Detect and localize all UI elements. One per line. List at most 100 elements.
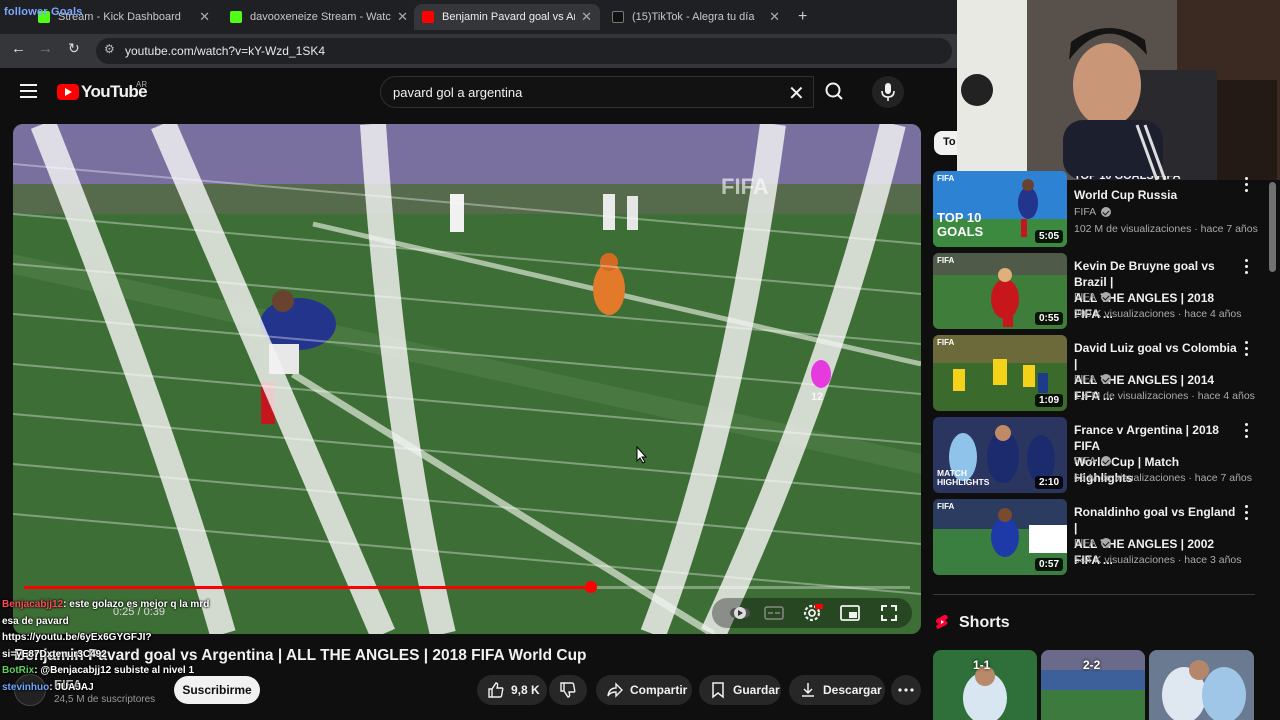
thumb-caption: TOP 10 GOALS	[937, 210, 984, 239]
recommended-video-meta: 290 K visualizaciones · hace 4 años	[1074, 308, 1242, 320]
dislike-button[interactable]	[549, 675, 587, 705]
more-vertical-icon[interactable]	[1245, 259, 1251, 277]
chat-username: Benjacabjj12	[2, 599, 64, 610]
video-player[interactable]: FIFA 12	[13, 124, 921, 634]
recommended-video[interactable]: FIFA TOP 10 GOALS 5:05 TOP 10 GOALS FIFA…	[933, 171, 1263, 247]
download-button[interactable]: Descargar	[789, 675, 885, 705]
recommended-video[interactable]: FIFA 0:55 Kevin De Bruyne goal vs Brazil…	[933, 253, 1263, 329]
reload-icon[interactable]: ↻	[68, 40, 80, 57]
sidebar-divider	[933, 594, 1255, 595]
video-thumbnail[interactable]: FIFA 0:57	[933, 499, 1067, 575]
tab-label: (15)TikTok - Alegra tu día	[632, 11, 755, 23]
thumb-caption: MATCH HIGHLIGHTS	[937, 468, 990, 487]
voice-search-button[interactable]	[872, 76, 904, 108]
new-tab-plus-icon[interactable]: +	[798, 8, 807, 26]
tab-tiktok[interactable]: (15)TikTok - Alegra tu día ✕	[604, 4, 788, 30]
recommended-video[interactable]: MATCH HIGHLIGHTS 2:10 France v Argentina…	[933, 417, 1263, 493]
like-count: 9,8 K	[511, 683, 540, 697]
like-button[interactable]: 9,8 K	[477, 675, 547, 705]
recommended-video[interactable]: FIFA 0:57 Ronaldinho goal vs England | AL…	[933, 499, 1263, 575]
video-thumbnail[interactable]: FIFA 0:55	[933, 253, 1067, 329]
verified-badge-icon	[1101, 374, 1112, 384]
video-thumbnail[interactable]: FIFA 1:09	[933, 335, 1067, 411]
more-vertical-icon[interactable]	[1245, 177, 1251, 195]
youtube-play-logo-icon	[57, 84, 79, 100]
recommended-channel[interactable]: FIFA	[1074, 206, 1112, 218]
search-query[interactable]: pavard gol a argentina	[393, 85, 522, 100]
settings-gear-icon[interactable]	[800, 601, 824, 625]
streamer-webcam-overlay	[957, 0, 1280, 180]
recommended-video-title[interactable]: TOP 10 GOALS FIFA World Cup Russia	[1074, 176, 1240, 203]
more-actions-button[interactable]	[891, 675, 921, 705]
shorts-icon	[936, 615, 948, 629]
microphone-icon	[881, 83, 895, 101]
short-video-thumbnail[interactable]: 1-1	[933, 650, 1037, 720]
url-text[interactable]: youtube.com/watch?v=kY-Wzd_1SK4	[125, 44, 325, 58]
short-score: 1-1	[973, 658, 991, 672]
chat-username: stevinhuo	[2, 681, 50, 693]
close-icon[interactable]: ✕	[769, 9, 780, 25]
video-thumbnail[interactable]: MATCH HIGHLIGHTS 2:10	[933, 417, 1067, 493]
clear-search-icon[interactable]: ✕	[788, 81, 805, 106]
autoplay-toggle-icon[interactable]	[728, 601, 752, 625]
recommended-channel[interactable]: FIFA	[1074, 291, 1112, 303]
recommended-channel[interactable]: FIFA	[1074, 455, 1112, 467]
video-duration: 0:57	[1034, 558, 1063, 571]
chat-text: : JUAJAJ	[49, 681, 94, 693]
recommended-video[interactable]: FIFA 1:09 David Luiz goal vs Colombia | A…	[933, 335, 1263, 411]
short-score: 2-2	[1083, 658, 1101, 672]
search-icon	[825, 82, 843, 100]
kick-favicon-icon	[230, 11, 242, 23]
youtube-favicon-icon	[422, 11, 434, 23]
close-icon[interactable]: ✕	[581, 9, 592, 25]
stream-follow-overlay: follower Goals	[4, 6, 83, 18]
bookmark-icon	[712, 682, 724, 699]
back-arrow-icon[interactable]: ←	[11, 40, 26, 57]
search-button[interactable]	[814, 76, 856, 108]
verified-badge-icon	[1101, 207, 1112, 217]
video-duration: 2:10	[1034, 476, 1063, 489]
close-icon[interactable]: ✕	[199, 9, 210, 25]
fullscreen-icon[interactable]	[877, 601, 901, 625]
more-vertical-icon[interactable]	[1245, 423, 1251, 441]
menu-icon[interactable]	[20, 84, 37, 98]
forward-arrow-icon[interactable]: →	[38, 40, 53, 57]
save-label: Guardar	[733, 683, 780, 697]
chat-message: Benjacabjj12: este golazo es mejor q la …	[2, 597, 212, 663]
recommended-channel[interactable]: FIFA	[1074, 373, 1112, 385]
fifa-thumb-logo: FIFA	[937, 174, 955, 183]
mouse-cursor-icon	[636, 446, 648, 464]
chat-username: BotRix	[2, 665, 35, 676]
save-button[interactable]: Guardar	[699, 675, 781, 705]
tab-label: davooxeneize Stream - Watch Live	[250, 11, 391, 23]
more-vertical-icon[interactable]	[1245, 505, 1251, 523]
video-thumbnail[interactable]: FIFA TOP 10 GOALS 5:05	[933, 171, 1067, 247]
subtitles-icon[interactable]	[762, 601, 786, 625]
download-icon	[802, 683, 814, 697]
tab-youtube-active[interactable]: Benjamin Pavard goal vs Argentina ✕	[414, 4, 600, 30]
sidebar-scrollbar[interactable]	[1269, 182, 1276, 272]
miniplayer-icon[interactable]	[838, 601, 862, 625]
fifa-watermark: FIFA	[721, 174, 769, 199]
video-progress-bar[interactable]	[24, 581, 910, 593]
close-icon[interactable]: ✕	[397, 9, 408, 25]
more-vertical-icon[interactable]	[1245, 341, 1251, 359]
download-label: Descargar	[823, 683, 882, 697]
tiktok-favicon-icon	[612, 11, 624, 23]
tab-kick-stream[interactable]: davooxeneize Stream - Watch Live ✕	[222, 4, 416, 30]
recommended-channel[interactable]: FIFA	[1074, 537, 1112, 549]
region-code: AR	[136, 80, 148, 89]
share-arrow-icon	[607, 682, 623, 698]
short-video-thumbnail[interactable]: 2-2	[1041, 650, 1145, 720]
video-duration: 0:55	[1034, 312, 1063, 325]
recommended-video-meta: 65 M de visualizaciones · hace 7 años	[1074, 472, 1253, 484]
chat-message: BotRix: @Benjacabjj12 subiste al nivel 1	[2, 663, 212, 680]
video-frame: FIFA 12	[13, 124, 921, 634]
recommended-video-meta: 102 M de visualizaciones · hace 7 años	[1074, 223, 1258, 235]
youtube-logo[interactable]: YouTube	[57, 82, 148, 102]
share-button[interactable]: Compartir	[596, 675, 692, 705]
progress-scrubber-handle[interactable]	[585, 581, 598, 593]
short-video-thumbnail[interactable]	[1149, 650, 1254, 720]
progress-played	[24, 586, 592, 589]
site-info-icon[interactable]: ⚙	[104, 42, 115, 56]
